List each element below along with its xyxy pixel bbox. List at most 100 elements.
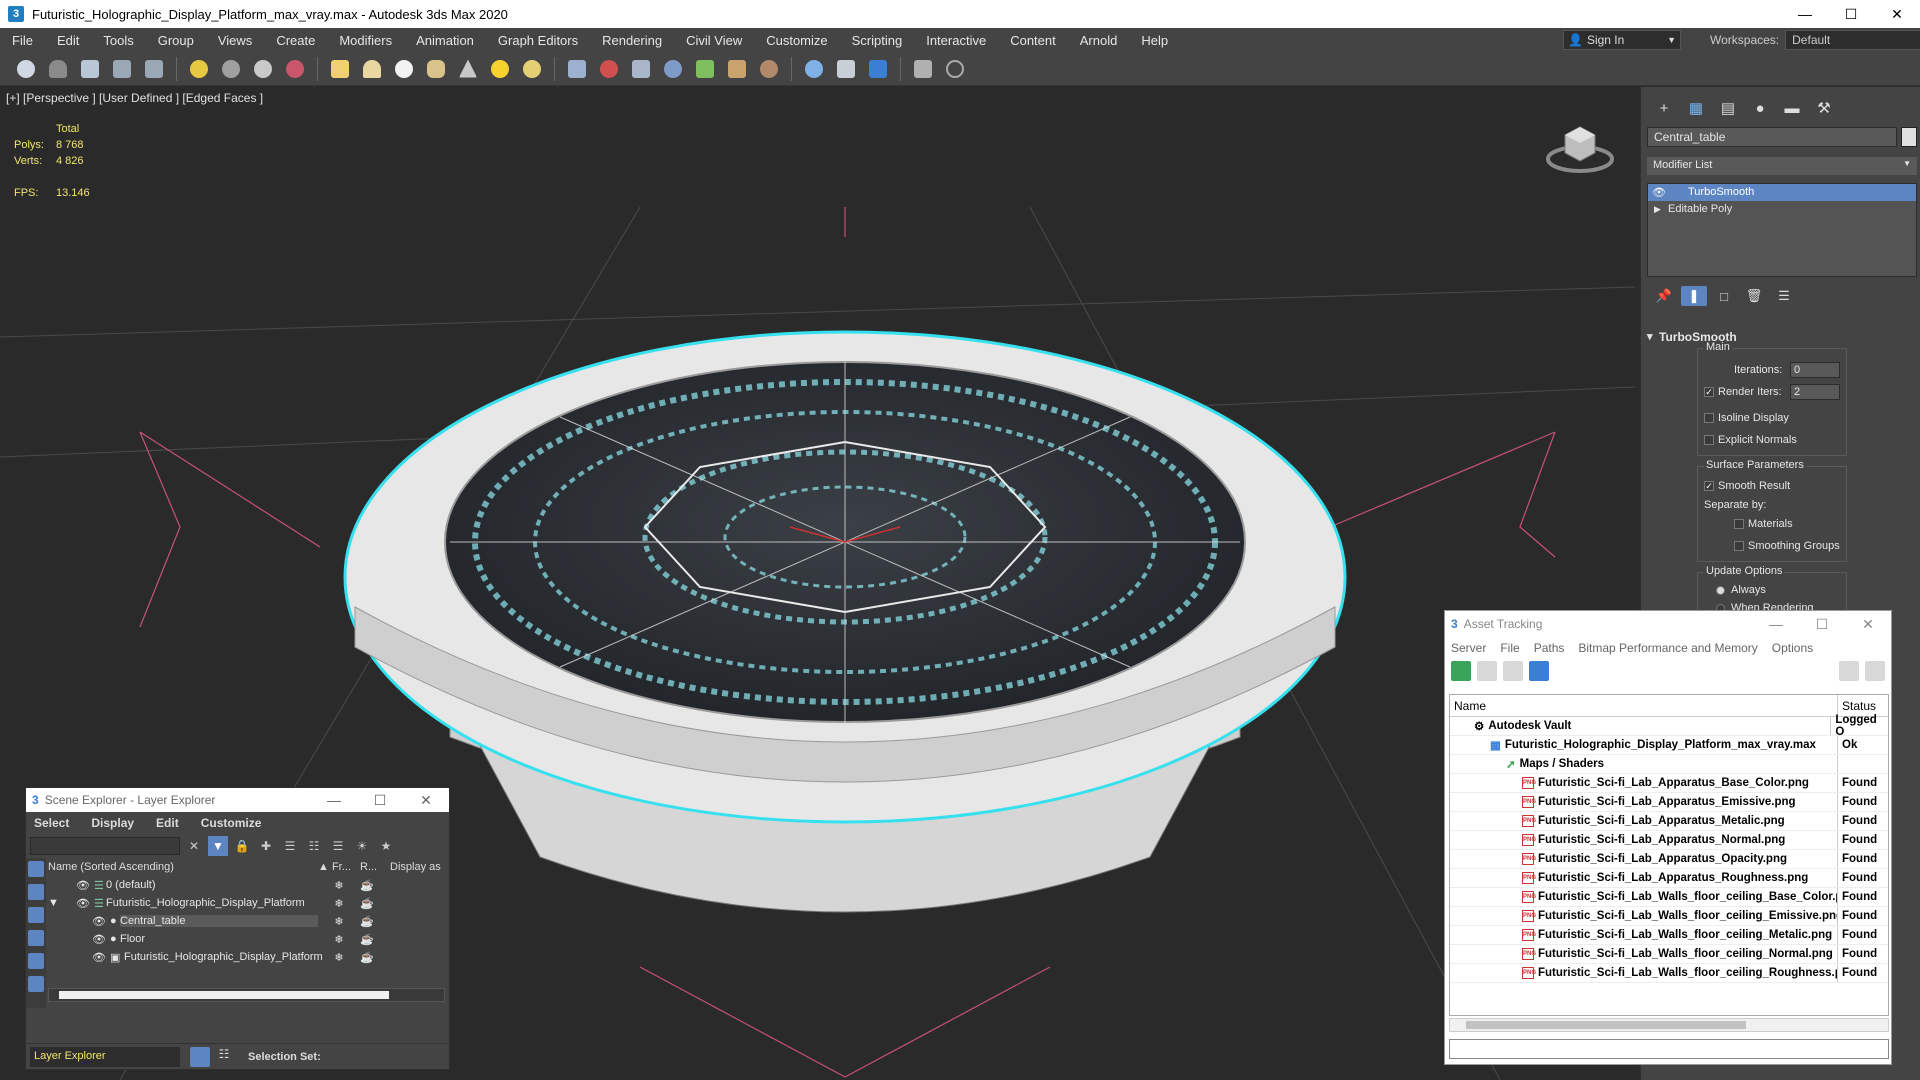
se-menu-display[interactable]: Display (91, 816, 134, 830)
display-lights-icon[interactable] (28, 907, 44, 923)
rollout-title[interactable]: TurboSmooth (1647, 330, 1917, 344)
material-icon[interactable] (596, 56, 622, 82)
asset-path-field[interactable] (1449, 1039, 1889, 1059)
sphere-icon[interactable] (391, 56, 417, 82)
asset-row[interactable]: PNG Futuristic_Sci-fi_Lab_Walls_floor_cei… (1450, 945, 1888, 964)
minimize-button[interactable]: — (1782, 0, 1828, 28)
sun-icon[interactable] (487, 56, 513, 82)
eye-icon[interactable]: 👁 (48, 879, 94, 892)
hierarchy-icon[interactable]: ☷ (304, 836, 324, 856)
menu-edit[interactable]: Edit (45, 33, 91, 48)
eye-icon[interactable]: 👁 (62, 897, 94, 910)
asset-row[interactable]: PNG Futuristic_Sci-fi_Lab_Walls_floor_cei… (1450, 888, 1888, 907)
eye-icon[interactable]: 👁 (48, 915, 110, 928)
remove-modifier-icon[interactable]: 🗑 (1741, 286, 1767, 306)
col-frozen-header[interactable]: ▲ Fr... (318, 861, 360, 873)
fog-icon[interactable] (660, 56, 686, 82)
asset-row[interactable]: PNG Futuristic_Sci-fi_Lab_Walls_floor_cei… (1450, 907, 1888, 926)
minimize-button[interactable]: — (311, 792, 357, 809)
se-search-input[interactable] (30, 837, 180, 855)
at-scroll-thumb[interactable] (1466, 1021, 1746, 1029)
se-row-platform-group[interactable]: 👁 ▣ Futuristic_Holographic_Display_Platf… (48, 948, 449, 966)
menu-scripting[interactable]: Scripting (840, 33, 915, 48)
fur-icon[interactable] (564, 56, 590, 82)
asset-row[interactable]: ➚ Maps / Shaders (1450, 755, 1888, 774)
help-icon[interactable] (1839, 661, 1859, 681)
object-name-field[interactable]: Central_table (1647, 127, 1897, 147)
explicit-normals-checkbox[interactable] (1704, 435, 1714, 445)
globe-icon[interactable] (801, 56, 827, 82)
lock-icon[interactable]: 🔒 (232, 836, 252, 856)
col-name-header[interactable]: Name (Sorted Ascending) (48, 861, 318, 873)
pin-stack-icon[interactable]: 📌 (1651, 286, 1677, 306)
display-all-icon[interactable] (28, 884, 44, 900)
col-name[interactable]: Name (1450, 695, 1838, 716)
expand-arrow-icon[interactable]: ▶ (1654, 201, 1661, 218)
at-menu-paths[interactable]: Paths (1534, 641, 1565, 655)
close-button[interactable]: ✕ (1845, 616, 1891, 633)
freeze-icon[interactable]: ❄ (318, 879, 360, 892)
light-bulb-icon[interactable] (186, 56, 212, 82)
menu-views[interactable]: Views (206, 33, 264, 48)
modifier-list-dropdown[interactable]: Modifier List ▼ (1647, 157, 1917, 175)
col-display-header[interactable]: Display as (390, 861, 441, 873)
light-icon[interactable]: ☀ (352, 836, 372, 856)
filter-icon[interactable]: ▼ (208, 836, 228, 856)
layers-icon[interactable]: ☰ (280, 836, 300, 856)
smoothing-groups-checkbox[interactable] (1734, 541, 1744, 551)
se-row-central-table[interactable]: 👁 ● Central_table ❄ ☕ (48, 912, 449, 930)
display-none-icon[interactable] (28, 861, 44, 877)
freeze-icon[interactable]: ❄ (318, 897, 360, 910)
hdri-icon[interactable] (724, 56, 750, 82)
layer-explorer-dropdown[interactable]: Layer Explorer (30, 1046, 180, 1067)
configure-sets-icon[interactable]: ☰ (1771, 286, 1797, 306)
close-button[interactable]: ✕ (1874, 0, 1920, 28)
hierarchy-tab-icon[interactable]: ▤ (1713, 97, 1743, 119)
menu-animation[interactable]: Animation (404, 33, 486, 48)
freeze-icon[interactable]: ❄ (318, 951, 360, 964)
render-iters-checkbox[interactable]: ✓ (1704, 387, 1714, 397)
asset-row[interactable]: PNG Futuristic_Sci-fi_Lab_Walls_floor_cei… (1450, 926, 1888, 945)
at-menu-server[interactable]: Server (1451, 641, 1486, 655)
minimize-button[interactable]: — (1753, 616, 1799, 633)
menu-modifiers[interactable]: Modifiers (327, 33, 404, 48)
col-status[interactable]: Status (1838, 695, 1880, 716)
asset-row[interactable]: PNG Futuristic_Sci-fi_Lab_Apparatus_Emiss… (1450, 793, 1888, 812)
menu-rendering[interactable]: Rendering (590, 33, 674, 48)
teapot-icon[interactable]: ☕ (360, 951, 374, 964)
always-radio[interactable] (1716, 585, 1725, 595)
sign-in-dropdown[interactable]: 👤 Sign In ▼ (1563, 30, 1681, 50)
teapot-icon[interactable]: ☕ (360, 933, 374, 946)
asset-row[interactable]: PNG Futuristic_Sci-fi_Lab_Walls_floor_cei… (1450, 964, 1888, 983)
se-hscrollbar[interactable] (48, 988, 445, 1002)
dome-icon[interactable] (359, 56, 385, 82)
se-menu-customize[interactable]: Customize (201, 816, 262, 830)
menu-tools[interactable]: Tools (91, 33, 145, 48)
workspaces-select[interactable]: Default (1785, 30, 1920, 50)
materials-checkbox[interactable] (1734, 519, 1744, 529)
vray-mesh-icon[interactable] (282, 56, 308, 82)
eye-icon[interactable]: 👁 (1652, 185, 1666, 202)
menu-group[interactable]: Group (146, 33, 206, 48)
motion-tab-icon[interactable]: ● (1745, 97, 1775, 119)
cone-icon[interactable] (455, 56, 481, 82)
show-end-result-icon[interactable]: ❚ (1681, 286, 1707, 306)
menu-help[interactable]: Help (1129, 33, 1180, 48)
proxy-icon[interactable] (628, 56, 654, 82)
layers-toggle-icon[interactable] (190, 1046, 210, 1067)
frame-buffer-icon[interactable] (833, 56, 859, 82)
settings-icon[interactable] (1865, 661, 1885, 681)
menu-arnold[interactable]: Arnold (1068, 33, 1130, 48)
col-render-header[interactable]: R... (360, 861, 390, 873)
modify-tab-icon[interactable]: ▦ (1681, 97, 1711, 119)
menu-customize[interactable]: Customize (754, 33, 839, 48)
menu-graph-editors[interactable]: Graph Editors (486, 33, 590, 48)
viewcube-icon[interactable] (1545, 117, 1615, 177)
at-menu-file[interactable]: File (1500, 641, 1519, 655)
render-iters-spinner[interactable]: 2 (1790, 384, 1840, 400)
refresh-icon[interactable] (1451, 661, 1471, 681)
se-scroll-thumb[interactable] (59, 991, 389, 999)
make-unique-icon[interactable]: □ (1711, 286, 1737, 306)
stack-icon[interactable]: ☰ (328, 836, 348, 856)
texture-icon[interactable] (756, 56, 782, 82)
